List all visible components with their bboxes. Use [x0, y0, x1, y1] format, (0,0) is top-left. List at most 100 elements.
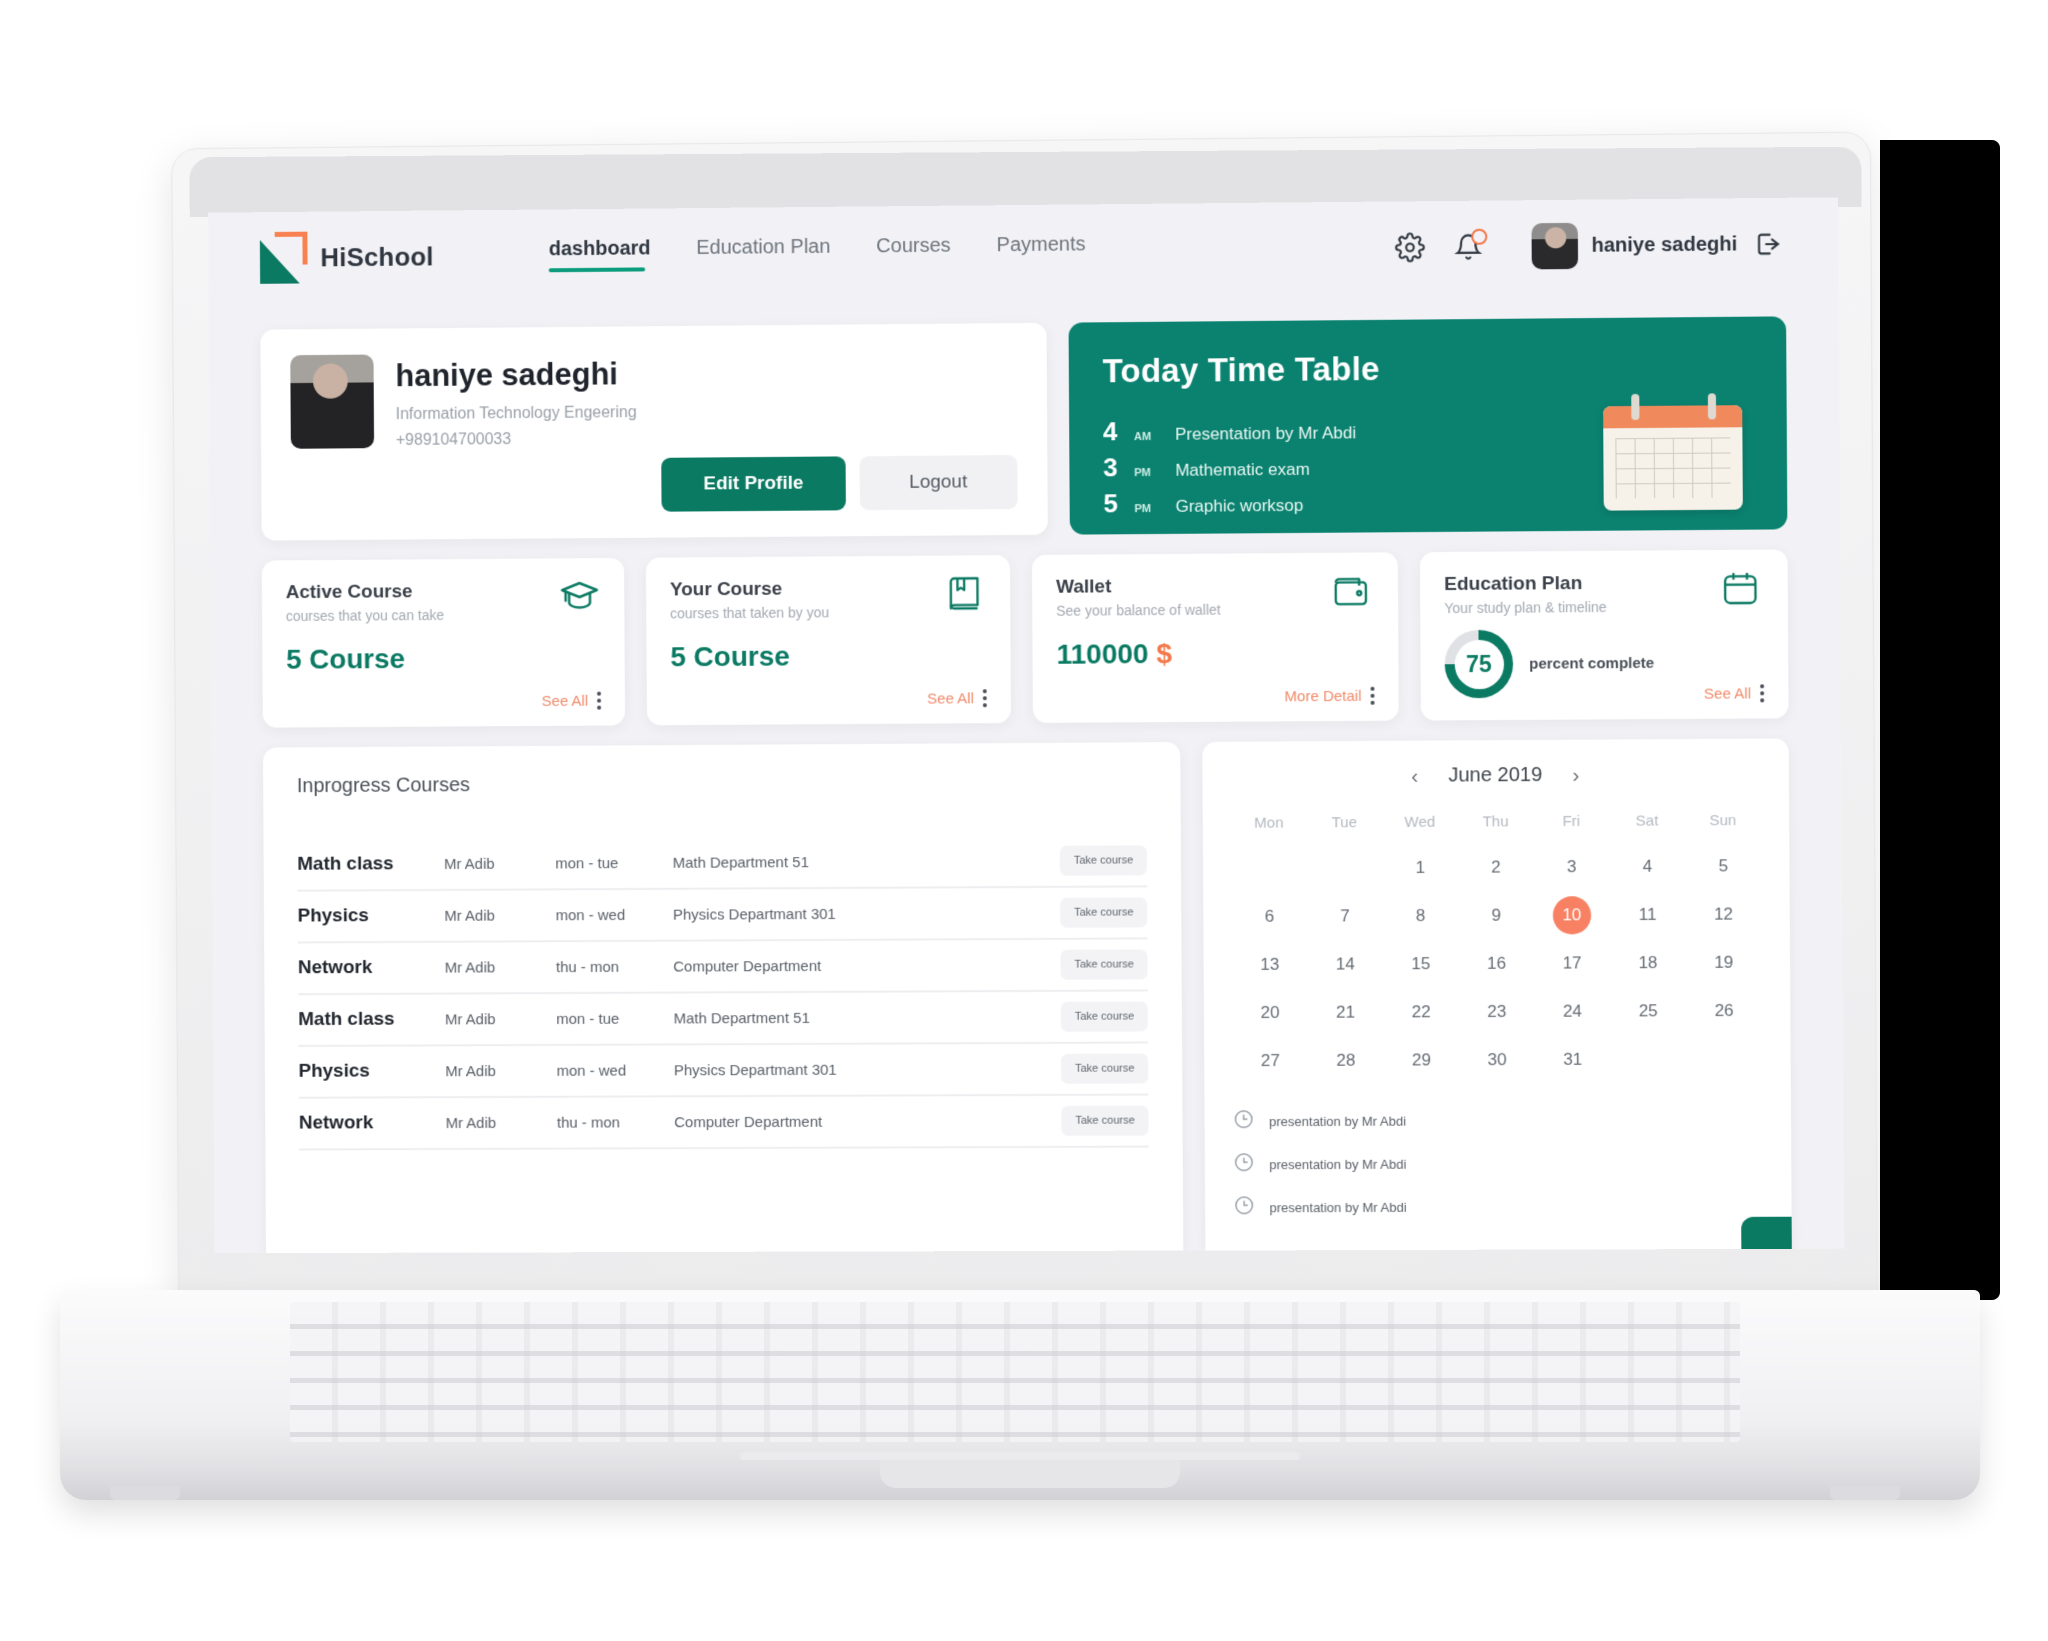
user-menu[interactable]: haniye sadeghi: [1531, 221, 1786, 270]
table-row[interactable]: Math class Mr Adib mon - tue Math Depart…: [298, 991, 1148, 1047]
top-right-actions: haniye sadeghi: [1392, 221, 1786, 271]
stat-subtitle: Your study plan & timeline: [1444, 598, 1763, 616]
calendar-day[interactable]: 6: [1232, 898, 1308, 936]
course-name: Physics: [299, 1060, 446, 1082]
calendar-day-blank: [1307, 849, 1383, 887]
calendar-day[interactable]: 2: [1458, 848, 1534, 887]
calendar-day[interactable]: 31: [1535, 1041, 1611, 1079]
weekday-label: Sun: [1685, 812, 1761, 829]
table-row[interactable]: Network Mr Adib thu - mon Computer Depar…: [299, 1096, 1149, 1151]
nav-item-dashboard[interactable]: dashboard: [549, 237, 651, 272]
calendar-day[interactable]: 4: [1609, 847, 1685, 886]
table-row[interactable]: Physics Mr Adib mon - wed Physics Depart…: [298, 887, 1148, 943]
table-row[interactable]: Network Mr Adib thu - mon Computer Depar…: [298, 939, 1148, 995]
calendar-day[interactable]: 24: [1534, 992, 1610, 1030]
calendar-day[interactable]: 1: [1382, 849, 1458, 887]
take-course-button[interactable]: Take course: [1060, 897, 1148, 927]
calendar-day[interactable]: 18: [1610, 944, 1686, 982]
course-department: Physics Departmant 301: [673, 904, 1060, 923]
laptop-keyboard-rows: [290, 1302, 1740, 1442]
calendar-day[interactable]: 17: [1534, 944, 1610, 982]
list-item[interactable]: presentation by Mr Abdi: [1233, 1193, 1763, 1222]
calendar-day-today[interactable]: 10: [1553, 896, 1591, 934]
calendar-day[interactable]: 14: [1307, 945, 1383, 983]
course-department: Computer Department: [673, 956, 1060, 975]
take-course-button[interactable]: Take course: [1061, 1053, 1149, 1083]
courses-table: Math class Mr Adib mon - tue Math Depart…: [297, 835, 1149, 1150]
calendar-day[interactable]: 16: [1458, 945, 1534, 983]
calendar-day[interactable]: 25: [1610, 992, 1686, 1030]
calendar-day[interactable]: 20: [1232, 994, 1308, 1032]
course-teacher: Mr Adib: [444, 855, 555, 873]
laptop-screen: HiSchool dashboard Education Plan Course…: [208, 197, 1844, 1253]
calendar-day[interactable]: 30: [1459, 1041, 1535, 1079]
calendar-day[interactable]: 12: [1685, 895, 1761, 934]
take-course-button[interactable]: Take course: [1061, 1106, 1149, 1136]
more-options-icon[interactable]: [1760, 684, 1764, 702]
progress-percent: 75: [1454, 639, 1504, 688]
stat-value: 110000 $: [1056, 638, 1172, 671]
more-options-icon[interactable]: [983, 689, 987, 707]
bell-icon[interactable]: [1451, 230, 1485, 264]
calendar-day[interactable]: 8: [1383, 897, 1459, 935]
chevron-left-icon[interactable]: ‹: [1411, 766, 1418, 787]
see-all-link[interactable]: See All: [1704, 684, 1764, 702]
calendar-day[interactable]: 9: [1458, 896, 1534, 934]
more-options-icon[interactable]: [597, 692, 601, 710]
calendar-day[interactable]: 19: [1686, 944, 1762, 983]
see-all-link[interactable]: See All: [927, 689, 987, 707]
calendar-day[interactable]: 15: [1383, 945, 1459, 983]
course-department: Physics Departmant 301: [674, 1060, 1061, 1079]
calendar-day[interactable]: 13: [1232, 946, 1308, 984]
chevron-right-icon[interactable]: ›: [1572, 765, 1579, 786]
calendar-day[interactable]: 23: [1459, 993, 1535, 1031]
hischool-dashboard-app: HiSchool dashboard Education Plan Course…: [208, 197, 1844, 1253]
nav-item-courses[interactable]: Courses: [876, 235, 951, 270]
profile-avatar: [290, 355, 374, 449]
calendar-day[interactable]: 26: [1686, 992, 1762, 1030]
take-course-button[interactable]: Take course: [1061, 1001, 1149, 1031]
stat-card-wallet[interactable]: Wallet See your balance of wallet 110000…: [1032, 552, 1399, 723]
calendar-day[interactable]: 7: [1307, 897, 1383, 935]
add-event-fab[interactable]: [1741, 1217, 1792, 1251]
table-row[interactable]: Physics Mr Adib mon - wed Physics Depart…: [298, 1043, 1148, 1098]
calendar-day-blank: [1231, 849, 1307, 887]
list-item[interactable]: presentation by Mr Abdi: [1233, 1149, 1763, 1178]
course-teacher: Mr Adib: [445, 1062, 556, 1079]
stat-card-active-course[interactable]: Active Course courses that you can take …: [262, 558, 625, 728]
more-options-icon[interactable]: [1370, 687, 1374, 705]
table-row[interactable]: Math class Mr Adib mon - tue Math Depart…: [297, 835, 1147, 891]
nav-item-education-plan[interactable]: Education Plan: [696, 236, 830, 271]
logout-arrow-icon[interactable]: [1751, 227, 1786, 261]
today-timetable-card: Today Time Table 4 AM Presentation by Mr…: [1068, 316, 1787, 534]
edit-profile-button[interactable]: Edit Profile: [662, 456, 846, 511]
calendar-day[interactable]: 29: [1383, 1041, 1459, 1079]
take-course-button[interactable]: Take course: [1060, 845, 1148, 875]
course-teacher: Mr Adib: [445, 1011, 556, 1028]
stat-card-your-course[interactable]: Your Course courses that taken by you 5 …: [646, 555, 1011, 725]
list-item[interactable]: presentation by Mr Abdi: [1233, 1106, 1763, 1135]
event-text: presentation by Mr Abdi: [1270, 1200, 1407, 1215]
profile-phone: +989104700033: [396, 427, 637, 453]
logout-button[interactable]: Logout: [859, 455, 1017, 510]
calendar-day[interactable]: 22: [1383, 993, 1459, 1031]
course-department: Math Department 51: [674, 1008, 1061, 1027]
calendar-day[interactable]: 27: [1232, 1042, 1308, 1080]
avatar: [1531, 223, 1578, 270]
gear-icon[interactable]: [1392, 230, 1426, 264]
stat-title: Wallet: [1056, 575, 1374, 599]
nav-item-payments[interactable]: Payments: [997, 233, 1086, 268]
calendar-icon: [1719, 568, 1766, 611]
clock-icon: [1233, 1151, 1255, 1178]
calendar-day[interactable]: 3: [1534, 848, 1610, 887]
timetable-label: Presentation by Mr Abdi: [1175, 423, 1356, 444]
brand-logo-group[interactable]: HiSchool: [260, 230, 434, 283]
see-all-link[interactable]: See All: [542, 692, 601, 710]
more-detail-link[interactable]: More Detail: [1284, 687, 1374, 706]
calendar-day[interactable]: 11: [1610, 896, 1686, 935]
calendar-day[interactable]: 21: [1308, 993, 1384, 1031]
take-course-button[interactable]: Take course: [1060, 949, 1148, 979]
calendar-day[interactable]: 5: [1685, 847, 1761, 886]
stat-card-education-plan[interactable]: Education Plan Your study plan & timelin…: [1420, 549, 1789, 720]
calendar-day[interactable]: 28: [1308, 1042, 1384, 1080]
